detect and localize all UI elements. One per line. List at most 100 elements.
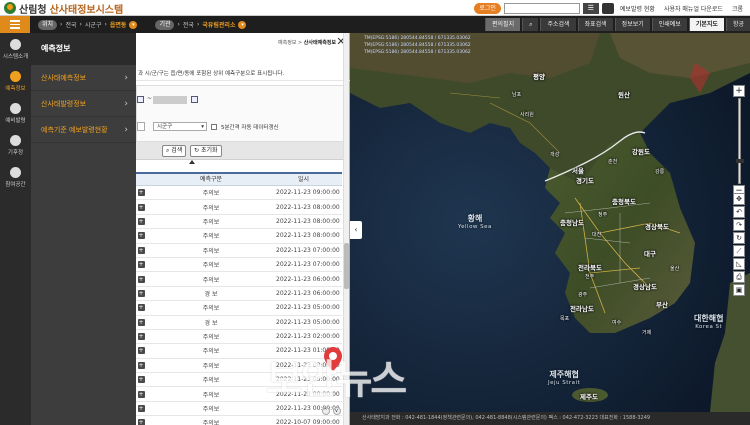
district-select[interactable]: 시군구 ▾	[153, 122, 207, 131]
header-link-chrome[interactable]: 크롬	[729, 4, 746, 13]
submenu-item-landslide-forecast[interactable]: 산사태예측정보	[31, 65, 136, 91]
watermark: 보안뉴스	[266, 346, 407, 406]
table-row[interactable]: + 주의보 2022-11-23 05:00:00	[136, 301, 342, 316]
scroll-down-icon[interactable]: v	[332, 407, 341, 415]
expand-plus-icon[interactable]: +	[137, 304, 145, 312]
table-row[interactable]: + 주의보 2022-11-23 02:00:00	[136, 330, 342, 345]
place-label: 강원도	[632, 148, 650, 156]
search-tool-icon[interactable]: ⌕	[522, 18, 539, 31]
table-row[interactable]: + 경 보 2022-11-23 06:00:00	[136, 287, 342, 302]
expand-plus-icon[interactable]: +	[137, 376, 145, 384]
search-button[interactable]: ☰	[582, 2, 599, 14]
map-view[interactable]: TM(EPSG:5186) 280544.84558 / 671335.0306…	[350, 33, 750, 412]
aerial-map-button[interactable]: 항공	[725, 18, 750, 31]
sidebar-item-warning[interactable]: 예비발령	[0, 97, 31, 129]
expand-plus-icon[interactable]: +	[137, 333, 145, 341]
save-image-icon[interactable]: ▣	[733, 284, 745, 296]
collapse-form-icon[interactable]	[189, 160, 195, 164]
sidebar-item-system-intro[interactable]: 시스템소개	[0, 33, 31, 65]
nav-bar: 위치 › 전국 › 시군구 › 읍면동 ▾ 기관 › 전국 › 국유림관리소 ▾…	[0, 16, 750, 33]
expand-plus-icon[interactable]: +	[137, 347, 145, 355]
hamburger-icon	[10, 27, 20, 29]
table-row[interactable]: + 주의보 2022-11-23 07:00:00	[136, 244, 342, 258]
expand-plus-icon[interactable]: +	[137, 390, 145, 398]
expand-plus-icon[interactable]: +	[137, 217, 145, 225]
measure-distance-icon[interactable]: ⟋	[733, 245, 745, 257]
sidebar-item-climate[interactable]: 기후정	[0, 129, 31, 161]
sea-label-korea-strait: 대한해협 Korea St	[694, 313, 723, 330]
menu-toggle-button[interactable]	[0, 16, 30, 33]
undo-icon[interactable]: ↶	[733, 206, 745, 218]
place-label-small: 목포	[560, 316, 570, 322]
info-view-button[interactable]: 정보보기	[614, 18, 650, 31]
zoom-slider[interactable]	[735, 98, 744, 184]
print-icon[interactable]: ⎙	[733, 271, 745, 283]
zoom-slider-knob[interactable]	[735, 159, 744, 163]
redo-icon[interactable]: ↷	[733, 219, 745, 231]
search-input[interactable]	[503, 2, 580, 14]
parcel-button[interactable]: 편의필지	[485, 18, 521, 31]
loc-selected[interactable]: 읍면동	[110, 20, 127, 29]
loc-sep-icon: ›	[104, 21, 107, 28]
row-forecast-type: 경 보	[204, 319, 218, 327]
expand-plus-icon[interactable]: +	[137, 361, 145, 369]
address-search-button[interactable]: 주소검색	[540, 18, 576, 31]
forecast-notice-icon[interactable]	[601, 2, 614, 14]
zoom-in-button[interactable]: +	[733, 85, 745, 97]
expand-plus-icon[interactable]: +	[137, 203, 145, 211]
loc-district[interactable]: 시군구	[85, 20, 102, 29]
print-forecast-button[interactable]: 인쇄예보	[651, 18, 687, 31]
scroll-up-icon[interactable]: ^	[321, 407, 330, 415]
loc-country[interactable]: 전국	[65, 20, 76, 29]
panel-collapse-button[interactable]: ‹	[350, 221, 362, 239]
end-date-calendar-icon[interactable]	[191, 96, 198, 103]
reset-button[interactable]: ↻ 초기화	[190, 145, 222, 157]
expand-plus-icon[interactable]: +	[137, 246, 145, 254]
rotate-icon[interactable]: ↻	[733, 232, 745, 244]
watermark-text: 보안뉴스	[266, 357, 407, 403]
start-date-calendar-icon[interactable]	[137, 96, 144, 103]
header-link-manual-download[interactable]: 사용자 매뉴얼 다운로드	[661, 4, 726, 13]
submenu-item-landslide-warning[interactable]: 산사태발령정보	[31, 91, 136, 117]
table-row[interactable]: + 주의보 2022-11-23 08:00:00	[136, 215, 342, 230]
expand-plus-icon[interactable]: +	[137, 189, 145, 197]
pan-icon[interactable]: ✥	[733, 193, 745, 205]
table-row[interactable]: + 주의보 2022-11-23 09:00:00	[136, 186, 342, 201]
chat-icon	[10, 166, 21, 178]
table-row[interactable]: + 주의보 2022-10-07 09:00:00	[136, 416, 342, 425]
sidebar-item-forecast[interactable]: 예측정보	[0, 65, 31, 97]
expand-plus-icon[interactable]: +	[137, 275, 145, 283]
expand-plus-icon[interactable]: +	[137, 232, 145, 240]
login-button[interactable]: 로그인	[474, 2, 501, 14]
expand-plus-icon[interactable]: +	[137, 289, 145, 297]
base-map-button[interactable]: 기본지도	[688, 18, 724, 31]
table-row[interactable]: + 주의보 2022-11-23 08:00:00	[136, 229, 342, 244]
site-logo[interactable]: 산림청 산사태정보시스템	[4, 1, 123, 16]
table-row[interactable]: + 경 보 2022-11-23 05:00:00	[136, 316, 342, 330]
coordinate-search-button[interactable]: 좌표검색	[577, 18, 613, 31]
scrollbar-thumb[interactable]	[344, 243, 349, 289]
search-submit-button[interactable]: ⌕ 검색	[162, 145, 187, 157]
row-forecast-type: 주의보	[202, 334, 220, 342]
loc-dropdown-icon[interactable]: ▾	[129, 20, 138, 29]
header-link-forecast-status[interactable]: 예보발령 현황	[617, 4, 658, 13]
row-datetime: 2022-11-23 07:00:00	[276, 261, 340, 269]
table-row[interactable]: + 주의보 2022-11-23 06:00:00	[136, 272, 342, 287]
submenu-item-criteria-status[interactable]: 예측기준 예보발령현황	[31, 117, 136, 143]
sidebar-item-community[interactable]: 참여공간	[0, 161, 31, 193]
org-country[interactable]: 전국	[183, 20, 194, 29]
auto-refresh-checkbox[interactable]	[211, 124, 217, 130]
org-selected[interactable]: 국유림관리소	[202, 20, 235, 29]
expand-plus-icon[interactable]: +	[137, 419, 145, 425]
measure-area-icon[interactable]: ◺	[733, 258, 745, 270]
org-dropdown-icon[interactable]: ▾	[238, 20, 247, 29]
expand-plus-icon[interactable]: +	[137, 318, 145, 326]
region-select[interactable]	[137, 122, 145, 131]
expand-plus-icon[interactable]: +	[137, 405, 145, 413]
table-row[interactable]: + 주의보 2022-11-23 07:00:00	[136, 258, 342, 273]
form-button-row: ⌕ 검색 ↻ 초기화	[136, 142, 348, 160]
expand-plus-icon[interactable]: +	[137, 261, 145, 269]
row-expand-cell: +	[136, 405, 146, 413]
end-date-input[interactable]	[153, 96, 187, 104]
table-row[interactable]: + 주의보 2022-11-23 08:00:00	[136, 200, 342, 215]
